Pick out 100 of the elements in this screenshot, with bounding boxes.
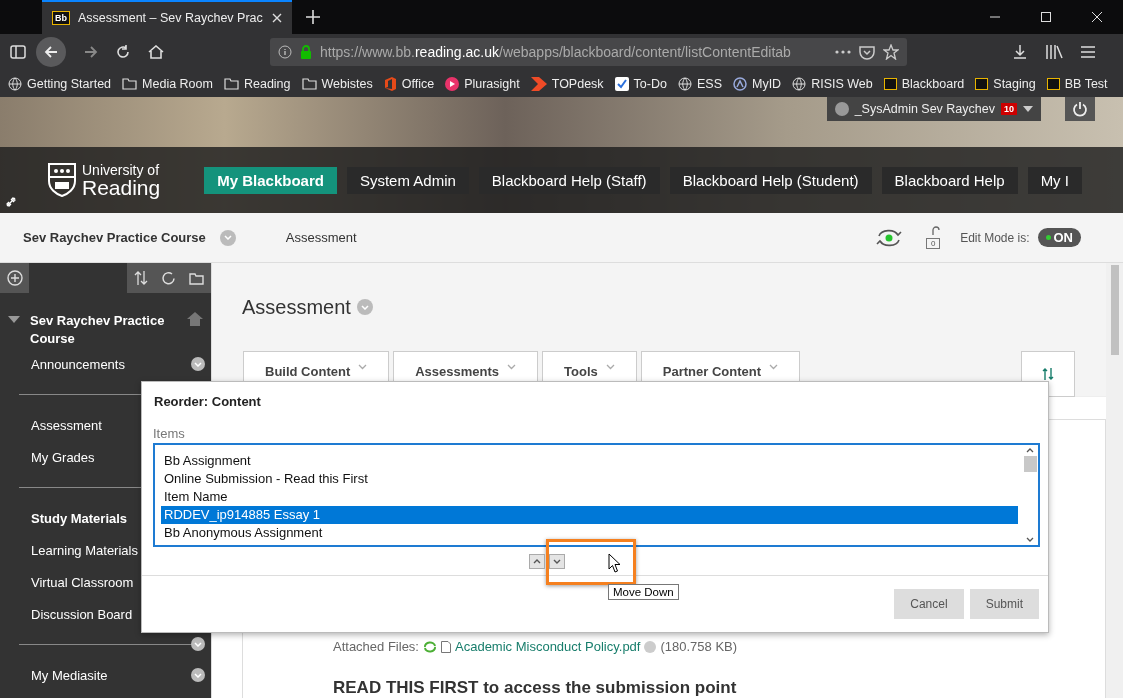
star-icon[interactable]: [883, 44, 899, 60]
info-icon[interactable]: [278, 45, 292, 59]
office-logo-icon: [383, 76, 397, 91]
reload-icon[interactable]: [116, 45, 130, 59]
refresh-icon[interactable]: [876, 228, 903, 247]
folder-icon: [301, 77, 317, 90]
menu-link[interactable]: Learning Materials: [31, 542, 138, 558]
collapse-triangle-icon[interactable]: [8, 316, 20, 324]
tooltip: Move Down: [608, 584, 679, 600]
edit-mode-toggle[interactable]: ON: [1037, 228, 1081, 247]
caret-icon: [605, 364, 615, 370]
list-label: Items: [153, 426, 186, 441]
maximize-icon[interactable]: [1041, 12, 1051, 22]
page-title: Assessment: [242, 295, 351, 319]
dialog-button[interactable]: Submit: [969, 589, 1039, 619]
dialog-button[interactable]: Cancel: [894, 589, 964, 619]
file-size: (180.758 KB): [660, 639, 738, 654]
library-icon[interactable]: [1045, 45, 1063, 59]
nav-tab[interactable]: Blackboard Help (Staff): [478, 166, 660, 194]
nav-tab[interactable]: My I: [1027, 166, 1082, 194]
menu-link[interactable]: Announcements: [31, 356, 125, 372]
sidebar-icon[interactable]: [10, 45, 26, 59]
bookmark-label[interactable]: Media Room: [142, 76, 213, 91]
notification-badge: 10: [1001, 103, 1017, 115]
nav-tab[interactable]: My Blackboard: [204, 166, 337, 194]
bookmark-label[interactable]: Webistes: [321, 76, 373, 91]
list-item[interactable]: Bb Anonymous Assignment: [161, 524, 1018, 542]
refresh-icon[interactable]: [161, 270, 176, 286]
menu-button[interactable]: [191, 357, 205, 371]
file-link[interactable]: Academic Misconduct Policy.pdf: [455, 639, 641, 654]
download-icon[interactable]: [1013, 45, 1027, 59]
list-item[interactable]: Online Submission - Read this First: [161, 470, 1018, 488]
bookmark-label[interactable]: Getting Started: [27, 76, 112, 91]
close-icon[interactable]: [272, 13, 282, 23]
bookmark-label[interactable]: Plurasight: [464, 76, 520, 91]
caret-icon: [769, 364, 778, 370]
home-icon[interactable]: [148, 45, 164, 59]
scroll-up-icon[interactable]: [1026, 448, 1034, 453]
cursor-icon: [608, 553, 621, 573]
power-button[interactable]: [1065, 97, 1095, 121]
square-logo-icon: [975, 77, 989, 90]
checkbox-icon: [614, 76, 629, 91]
address-field[interactable]: https://www.bb.reading.ac.uk/webapps/blackboard/content/listContentEditab: [270, 38, 907, 66]
bookmark-label[interactable]: ESS: [696, 76, 722, 91]
back-button[interactable]: [36, 37, 66, 67]
user-menu[interactable]: _SysAdmin Sev Raychev 10: [826, 97, 1041, 121]
bookmark-label[interactable]: Staging: [993, 76, 1036, 91]
browser-tab[interactable]: Bb Assessment – Sev Raychev Prac: [42, 0, 292, 34]
bookmark-label[interactable]: BB Test: [1064, 76, 1108, 91]
move-up-button[interactable]: [529, 553, 545, 569]
items-listbox[interactable]: Bb Assignment Online Submission - Read this First Item Name RDDEV_ip914885 Essay 1 Bb Anonymous Assignment: [153, 443, 1040, 547]
menu-button[interactable]: [191, 637, 205, 651]
menu-link[interactable]: Virtual Classroom: [31, 574, 134, 590]
bookmark-label[interactable]: Office: [401, 76, 435, 91]
scrollbar-thumb[interactable]: [1110, 265, 1119, 355]
nav-tab[interactable]: Blackboard Help: [881, 166, 1018, 194]
add-button[interactable]: [0, 263, 29, 293]
bookmark-label[interactable]: To-Do: [633, 76, 667, 91]
pocket-icon[interactable]: [859, 44, 875, 60]
menu-link[interactable]: Discussion Board: [31, 606, 133, 622]
bookmark-label[interactable]: Blackboard: [901, 76, 965, 91]
menu-link[interactable]: Assessment: [31, 417, 102, 433]
nav-tab[interactable]: Blackboard Help (Student): [669, 166, 872, 194]
folder-icon[interactable]: [189, 271, 205, 285]
refresh-icon: [423, 640, 437, 653]
course-menu-title[interactable]: Sev Raychev Practice Course: [30, 312, 177, 348]
link-icon[interactable]: [6, 197, 16, 207]
bookmark-label[interactable]: Reading: [243, 76, 291, 91]
close-icon[interactable]: [1092, 12, 1102, 22]
move-down-button[interactable]: [549, 553, 565, 569]
menu-button[interactable]: [191, 668, 205, 682]
scrollbar-thumb[interactable]: [1023, 456, 1037, 472]
item-heading[interactable]: READ THIS FIRST to access the submission point: [333, 678, 737, 698]
menu-link[interactable]: My Mediasite: [31, 667, 108, 683]
nav-tab[interactable]: System Admin: [346, 166, 469, 194]
breadcrumb: Assessment: [285, 230, 357, 245]
new-tab-icon[interactable]: [306, 10, 320, 24]
list-item[interactable]: RDDEV_ip914885 Essay 1: [161, 506, 1018, 524]
globe-icon: [792, 76, 807, 91]
course-title[interactable]: Sev Raychev Practice Course: [23, 230, 206, 245]
menu-icon[interactable]: [1081, 46, 1095, 58]
dialog-title: Reorder: Content: [154, 394, 262, 409]
forward-icon[interactable]: [84, 45, 98, 59]
lock-count: 0: [925, 238, 941, 249]
list-item[interactable]: Item Name: [161, 488, 1018, 506]
scroll-down-icon[interactable]: [1026, 537, 1034, 542]
document-icon: [441, 640, 451, 653]
edit-mode-label: Edit Mode is:: [960, 230, 1030, 245]
caret-icon: [1023, 106, 1033, 112]
reorder-icon[interactable]: [133, 270, 148, 286]
bookmark-label[interactable]: RISIS Web: [811, 76, 873, 91]
attached-files-label: Attached Files:: [333, 639, 419, 654]
bookmark-label[interactable]: MyID: [751, 76, 782, 91]
list-item[interactable]: Bb Assignment: [161, 452, 1018, 470]
menu-link[interactable]: My Grades: [31, 449, 95, 465]
sort-arrows-icon: [1042, 367, 1054, 381]
university-logo[interactable]: University of Reading: [48, 162, 161, 198]
more-icon[interactable]: [835, 50, 851, 54]
globe-icon: [8, 76, 22, 91]
bookmark-label[interactable]: TOPdesk: [551, 76, 604, 91]
